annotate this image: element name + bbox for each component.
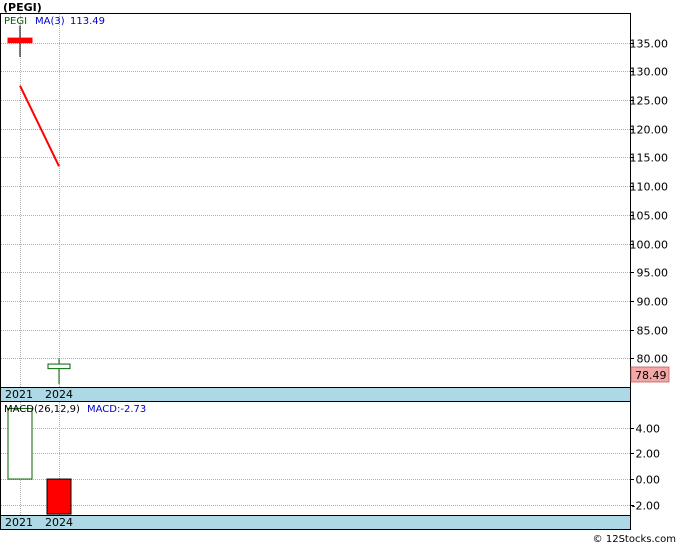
macd-date-label-2024: 2024	[45, 516, 73, 529]
price-tick-label: 115.00	[630, 152, 669, 165]
price-tick-label: 125.00	[630, 95, 669, 108]
macd-bar	[7, 407, 33, 480]
price-tick-label: 90.00	[637, 296, 669, 309]
price-date-label-2021: 2021	[5, 388, 33, 401]
ma-label: MA(3)	[35, 16, 65, 27]
price-panel	[0, 13, 631, 388]
price-tick-label: 105.00	[630, 210, 669, 223]
price-tick-label: 95.00	[637, 267, 669, 280]
price-tick-label: 120.00	[630, 124, 669, 137]
chart-title: (PEGI)	[3, 1, 42, 14]
macd-tick-label: 4.00	[636, 423, 661, 436]
macd-tick-label: -2.00	[632, 500, 660, 513]
price-tick-label: 100.00	[630, 239, 669, 252]
price-date-label-2024: 2024	[45, 388, 73, 401]
macd-axis-ticks: 4.00 2.00 0.00 -2.00	[630, 423, 660, 513]
candle-body	[7, 37, 33, 44]
macd-value-label: MACD:-2.73	[87, 404, 146, 415]
symbol-label: PEGI	[4, 16, 27, 27]
macd-date-label-2021: 2021	[5, 516, 33, 529]
macd-tick-label: 2.00	[636, 448, 661, 461]
price-tick-label: 110.00	[630, 181, 669, 194]
macd-bar	[46, 478, 72, 515]
price-date-band	[0, 387, 631, 402]
macd-tick-label: 0.00	[636, 474, 661, 487]
price-tick-label: 85.00	[637, 325, 669, 338]
stock-chart: (PEGI) 135.00 130.00 125.00 120.00 115.00 110…	[0, 1, 676, 545]
macd-panel	[0, 401, 631, 516]
last-price-label: 78.49	[635, 369, 667, 382]
price-tick-label: 80.00	[637, 353, 669, 366]
price-tick-label: 130.00	[630, 66, 669, 79]
macd-date-band	[0, 515, 631, 530]
copyright-footer: © 12Stocks.com	[593, 534, 676, 545]
price-axis-ticks: 135.00 130.00 125.00 120.00 115.00 110.00 105.…	[630, 38, 669, 366]
candle-body	[47, 363, 71, 370]
macd-indicator-label: MACD(26,12,9)	[4, 404, 80, 415]
price-tick-label: 135.00	[630, 38, 669, 51]
ma-value-label: 113.49	[70, 16, 105, 27]
